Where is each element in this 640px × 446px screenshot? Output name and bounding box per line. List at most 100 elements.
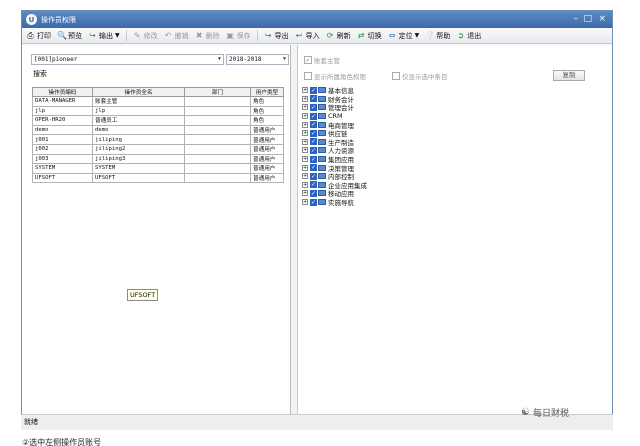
export-button[interactable]: ↪ 导出 [264,31,289,41]
import-icon: ↩ [295,31,303,40]
table-row[interactable]: j003 jiliping3 普通用户 [32,153,284,165]
locate-button[interactable]: ⇔ 定位 ▼ [388,31,420,41]
preview-button[interactable]: 🔍 预览 [57,31,82,41]
printer-icon: ⎙ [27,31,34,40]
check-icon[interactable]: ✓ [310,189,317,197]
year-select[interactable]: 2018-2018 ▼ [226,54,289,65]
only-selected-checkbox[interactable]: 仅显示选中条目 [392,71,448,81]
column-header[interactable]: 操作员全名 [92,87,185,97]
undo-icon: ↶ [164,31,172,40]
refresh-button[interactable]: ⟳ 刷新 [326,31,351,41]
expand-icon[interactable]: + [302,181,308,188]
supervisor-checkbox[interactable]: ✓ 账套主管 [304,55,340,65]
expand-icon[interactable]: + [302,190,308,197]
expand-icon[interactable]: + [302,113,308,120]
check-icon[interactable]: ✓ [310,95,317,103]
table-row[interactable]: UFSOFT UFSOFT 普通用户 [32,172,284,184]
import-button[interactable]: ↩ 导入 [295,31,320,41]
expand-icon[interactable]: + [302,173,308,180]
folder-icon [318,95,326,102]
folder-icon [318,104,326,111]
check-icon[interactable]: ✓ [310,103,317,111]
preview-icon: 🔍 [57,31,67,40]
toolbar-divider [256,30,258,41]
refresh-icon: ⟳ [326,31,334,40]
check-icon[interactable]: ✓ [310,138,317,146]
column-header[interactable]: 用户类型 [250,87,284,97]
chevron-down-icon: ▼ [115,32,120,39]
operator-table: 操作员编码 操作员全名 部门 用户类型 DATA-MANAGER 账套主管 角色 j… [32,87,284,184]
delete-button[interactable]: ✖ 删除 [195,31,220,41]
toolbar-divider [125,30,127,41]
check-icon[interactable]: ✓ [310,146,317,154]
expand-icon[interactable]: + [302,156,308,163]
folder-icon [318,156,326,163]
output-button[interactable]: ↪ 输出 ▼ [88,31,120,41]
check-icon[interactable]: ✓ [310,112,317,120]
toolbar: ⎙ 打印 🔍 预览 ↪ 输出 ▼ ✎ 修改 ↶ 撤销 ✖ 删除 ▣ 保存 ↪ 导出 ↩ 导入 ⟳ 刷新… [22,28,612,44]
check-icon[interactable]: ✓ [310,164,317,172]
help-button[interactable]: ❔ 帮助 [425,31,450,41]
table-row[interactable]: jlp jlp 角色 [32,105,284,117]
expand-icon[interactable]: + [302,130,308,137]
column-header[interactable]: 操作员编码 [32,87,93,97]
export-icon: ↪ [264,31,272,40]
print-button[interactable]: ⎙ 打印 [26,31,51,41]
check-icon[interactable]: ✓ [310,181,317,189]
expand-icon[interactable]: + [302,138,308,145]
check-icon[interactable]: ✓ [310,121,317,129]
copy-button[interactable]: 复制 [553,70,585,81]
table-row[interactable]: DATA-MANAGER 账套主管 角色 [32,96,284,107]
table-row[interactable]: j001 jiliping 普通用户 [32,134,284,145]
show-role-perms-checkbox[interactable]: 显示所属角色权限 [304,71,366,81]
check-icon[interactable]: ✓ [310,172,317,180]
expand-icon[interactable]: + [302,95,308,102]
modify-button[interactable]: ✎ 修改 [133,31,158,41]
app-icon: U [26,14,37,25]
expand-icon[interactable]: + [302,164,308,171]
expand-icon[interactable]: + [302,121,308,128]
expand-icon[interactable]: + [302,199,308,206]
table-row[interactable]: OPER-HR20 普通员工 角色 [32,115,284,126]
tree-node[interactable]: + ✓ 管理会计 [302,103,367,112]
chevron-down-icon: ▼ [414,32,420,39]
window-title: 操作员权限 [41,15,76,24]
save-button[interactable]: ▣ 保存 [226,31,250,41]
undo-button[interactable]: ↶ 撤销 [164,31,189,41]
check-icon[interactable]: ✓ [310,198,317,206]
save-icon: ▣ [226,31,234,40]
account-select[interactable]: [001]pioneer ▼ [31,54,224,65]
table-row[interactable]: j002 jiliping2 普通用户 [32,143,284,155]
help-icon: ❔ [425,31,436,40]
expand-icon[interactable]: + [302,147,308,154]
folder-icon [318,121,326,128]
status-text: 就绪 [24,418,38,426]
folder-icon [318,87,326,94]
maximize-icon[interactable]: □ [583,14,592,24]
expand-icon[interactable]: + [302,104,308,111]
tree-node[interactable]: + ✓ 实施导航 [302,198,367,207]
caption: ②选中左侧操作员账号 [22,438,102,446]
close-icon[interactable]: × [598,14,606,24]
chevron-down-icon: ▼ [282,56,286,62]
delete-icon: ✖ [195,31,203,40]
expand-icon[interactable]: + [302,87,308,94]
watermark: ☯ 每日财税 [521,407,569,419]
check-icon[interactable]: ✓ [310,129,317,137]
folder-icon [318,130,326,137]
column-header[interactable]: 部门 [184,87,251,97]
pencil-icon: ✎ [133,31,141,40]
permission-tree: + ✓ 基本信息 + ✓ 财务会计 + ✓ 管理会计 + ✓ CRM + ✓ 电商管理 + ✓ 供应链 … [302,86,367,207]
exit-button[interactable]: ➲ 退出 [456,31,481,41]
folder-icon [318,147,326,154]
switch-button[interactable]: ⇄ 切换 [357,31,382,41]
check-icon: ✓ [304,56,312,64]
table-row[interactable]: SYSTEM SYSTEM 普通用户 [32,163,284,174]
locate-icon: ⇔ [388,31,396,40]
wechat-icon: ☯ [521,407,530,418]
minimize-icon[interactable]: – [574,14,579,24]
table-row[interactable]: demo demo 普通用户 [32,124,284,136]
check-icon[interactable]: ✓ [310,155,317,163]
check-icon[interactable]: ✓ [310,86,317,94]
folder-icon [318,138,326,145]
